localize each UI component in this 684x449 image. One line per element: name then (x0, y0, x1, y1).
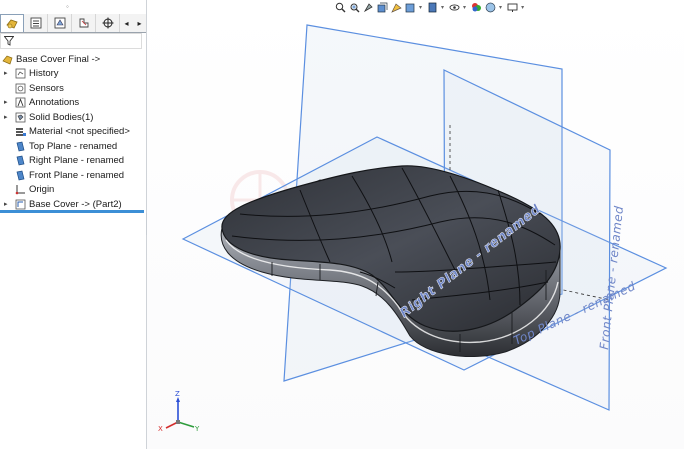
triad-y-label: Y (194, 425, 200, 433)
graphics-area[interactable]: Right Plane - renamed Top Plane - rename… (147, 0, 684, 449)
zoom-to-fit-icon[interactable] (335, 2, 346, 13)
tree-item[interactable]: Base Cover Final -> (2, 52, 100, 66)
feature-manager-tab[interactable] (0, 14, 24, 32)
previous-view-icon[interactable] (363, 2, 374, 13)
tree-item[interactable]: ▸ Solid Bodies(1) (4, 110, 94, 124)
tabs-scroll-right-icon[interactable]: ▸ (133, 14, 146, 32)
section-view-icon[interactable] (377, 2, 388, 13)
tree-item[interactable]: Material <not specified> (15, 124, 130, 138)
dimxpert-icon (79, 18, 88, 28)
tree-item[interactable]: Front Plane - renamed (15, 168, 124, 182)
chevron-down-icon[interactable]: ▾ (419, 4, 422, 11)
tree-item-label: Solid Bodies(1) (29, 111, 94, 123)
dynamic-annotation-icon[interactable] (391, 2, 402, 13)
tree-item-label: Origin (29, 183, 55, 195)
feature-manager-panel: ◦ ◂ ▸ Base Cover Final -> ▸ History Sens… (0, 0, 147, 449)
manager-tabs: ◂ ▸ (0, 14, 146, 33)
tree-item-label: History (29, 67, 59, 79)
crosshair-icon (102, 17, 113, 29)
zoom-to-area-icon[interactable] (349, 2, 360, 13)
view-orientation-icon[interactable] (405, 2, 416, 13)
chevron-down-icon[interactable]: ▾ (441, 4, 444, 11)
tree-item-label: Top Plane - renamed (29, 140, 118, 152)
expand-arrow-icon[interactable]: ▸ (4, 200, 8, 208)
hide-show-items-icon[interactable] (449, 2, 460, 13)
model-view[interactable]: Right Plane - renamed Top Plane - rename… (147, 0, 684, 449)
configuration-manager-tab[interactable] (48, 14, 72, 32)
dimxpert-manager-tab[interactable] (72, 14, 96, 32)
tabs-scroll-left-icon[interactable]: ◂ (120, 14, 133, 32)
heads-up-toolbar: ▾ ▾ ▾ ▾ ▾ (335, 0, 526, 14)
triad-z-label: Z (175, 390, 180, 398)
orientation-triad: Z Y X (158, 390, 200, 433)
chevron-down-icon[interactable]: ▾ (463, 4, 466, 11)
edit-appearance-icon[interactable] (471, 2, 482, 13)
tree-filter[interactable] (0, 33, 142, 49)
part-icon (2, 54, 13, 65)
tree-item[interactable]: ▸ Annotations (4, 95, 80, 109)
tree-item-label: Annotations (29, 96, 80, 108)
property-manager-tab[interactable] (24, 14, 48, 32)
annotation-icon (15, 97, 26, 108)
material-icon (15, 126, 26, 137)
plane-icon (15, 155, 26, 166)
tree-item-label: Right Plane - renamed (29, 154, 125, 166)
tree-item[interactable]: Top Plane - renamed (15, 139, 117, 153)
sensor-icon (15, 83, 26, 94)
tree-item-label: Sensors (29, 82, 64, 94)
plane-icon (15, 141, 26, 152)
expand-arrow-icon[interactable]: ▸ (4, 98, 8, 106)
chevron-down-icon[interactable]: ▾ (499, 4, 502, 11)
tree-item[interactable]: Origin (15, 182, 54, 196)
feature-icon (15, 199, 26, 210)
display-style-icon[interactable] (427, 2, 438, 13)
tree-item[interactable]: Right Plane - renamed (15, 153, 124, 167)
tree-item[interactable]: ▸ Base Cover -> (Part2) (4, 197, 122, 211)
chevron-down-icon[interactable]: ▾ (521, 4, 524, 11)
tree-item-label: Material <not specified> (29, 125, 130, 137)
origin-icon (15, 184, 26, 195)
history-icon (15, 68, 26, 79)
filter-icon[interactable] (4, 36, 14, 46)
plane-icon (15, 170, 26, 181)
triad-x-label: X (158, 425, 163, 433)
tree-item[interactable]: ▸ History (4, 66, 59, 80)
apply-scene-icon[interactable] (485, 2, 496, 13)
view-settings-icon[interactable] (507, 2, 518, 13)
tree-item-label: Front Plane - renamed (29, 169, 125, 181)
expand-arrow-icon[interactable]: ▸ (4, 69, 8, 77)
panel-grip-icon[interactable]: ◦ (66, 2, 69, 11)
tree-split-divider[interactable] (0, 210, 144, 213)
solid-bodies-icon (15, 112, 26, 123)
tree-item-label: Base Cover Final -> (16, 53, 101, 65)
expand-arrow-icon[interactable]: ▸ (4, 113, 8, 121)
feature-tree-icon (6, 19, 18, 29)
display-manager-tab[interactable] (96, 14, 120, 32)
tree-item[interactable]: Sensors (15, 81, 64, 95)
property-manager-icon (30, 17, 41, 29)
configuration-manager-icon (54, 17, 65, 29)
tree-item-label: Base Cover -> (Part2) (29, 198, 122, 210)
